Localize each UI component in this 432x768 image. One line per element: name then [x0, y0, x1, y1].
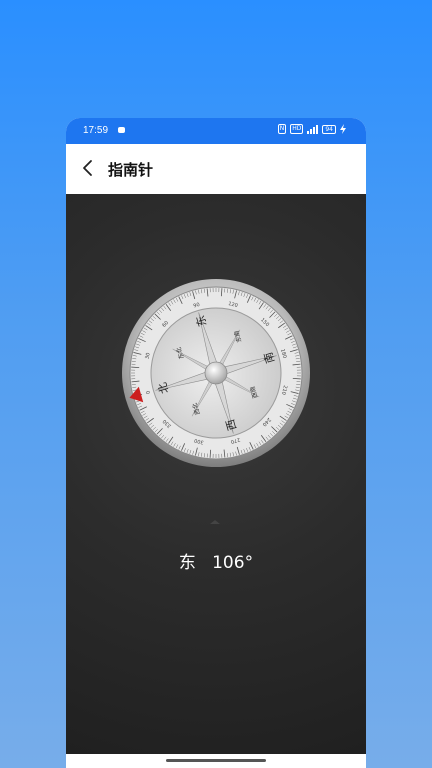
message-icon — [118, 127, 125, 133]
page-title: 指南针 — [108, 161, 154, 179]
charging-icon — [340, 124, 346, 134]
status-bar: 17:59 N HD 94 — [66, 118, 366, 144]
toolbar: 指南针 — [66, 144, 366, 194]
heading-indicator — [210, 520, 220, 524]
battery-icon: 94 — [322, 124, 336, 134]
compass-view: 0 30 60 90 120 150 180 210 240 270 300 330 — [66, 194, 366, 754]
compass-dial: 0 30 60 90 120 150 180 210 240 270 300 330 — [121, 278, 311, 468]
compass-graphic: 0306090 120150180210240270300330 北 东 南 西… — [122, 279, 310, 467]
signal-icon — [307, 124, 319, 134]
hd-icon: HD — [290, 124, 304, 134]
status-icons: N HD 94 — [277, 124, 346, 134]
navigation-bar — [66, 754, 366, 768]
compass-hub — [204, 361, 228, 385]
heading-reading: 东 106° — [178, 553, 254, 573]
chevron-left-icon[interactable] — [80, 158, 96, 178]
home-indicator[interactable] — [166, 759, 266, 762]
phone-screen: 17:59 N HD 94 指南针 0 30 60 90 120 150 180… — [66, 118, 366, 768]
nfc-icon: N — [277, 124, 287, 134]
status-time: 17:59 — [83, 125, 109, 136]
